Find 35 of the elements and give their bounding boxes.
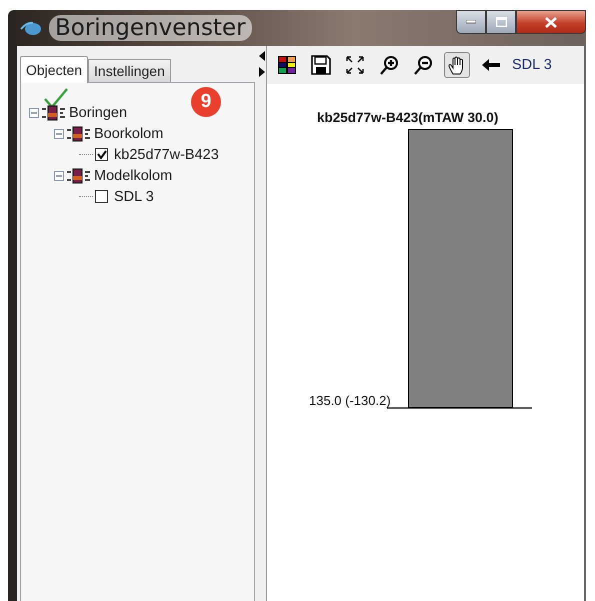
collapse-icon[interactable] [29, 108, 39, 118]
checkbox[interactable] [95, 190, 108, 203]
fit-view-icon [345, 55, 365, 75]
checkmark-icon [96, 150, 106, 159]
maximize-icon [496, 17, 506, 27]
collapse-icon[interactable] [54, 128, 64, 138]
tree-item[interactable]: Boringen [69, 104, 128, 120]
collapse-icon[interactable] [54, 170, 64, 180]
column-icon [66, 168, 92, 184]
save-icon [311, 55, 331, 75]
checkbox[interactable] [95, 148, 108, 161]
maximize-button[interactable] [486, 10, 516, 34]
tool-button[interactable] [308, 52, 334, 78]
tab[interactable]: Objecten [20, 56, 88, 83]
minimize-button[interactable] [456, 10, 486, 34]
column-title: kb25d77w-B423(mTAW 30.0) [317, 110, 500, 125]
badge: 9 [191, 87, 221, 117]
zoom-out-icon [413, 55, 433, 75]
tool-button[interactable] [444, 52, 470, 78]
tab[interactable]: Instellingen [88, 59, 171, 82]
column-icon [41, 104, 67, 120]
depth-label: 135.0 (-130.2) [309, 393, 391, 408]
tree-item[interactable]: kb25d77w-B423 [114, 146, 219, 162]
window-title: Boringenvenster [49, 15, 252, 41]
tree-item[interactable]: SDL 3 [114, 188, 154, 204]
minimize-icon [466, 20, 476, 24]
color-palette-icon [277, 55, 297, 75]
column-icon [66, 126, 92, 142]
column-name-label: SDL 3 [512, 57, 552, 73]
app-icon [19, 20, 43, 36]
close-icon [545, 16, 557, 28]
close-button[interactable] [516, 10, 586, 34]
tree-item[interactable]: Boorkolom [94, 126, 164, 142]
tree-item[interactable]: Modelkolom [94, 168, 172, 184]
zoom-in-icon [379, 55, 399, 75]
